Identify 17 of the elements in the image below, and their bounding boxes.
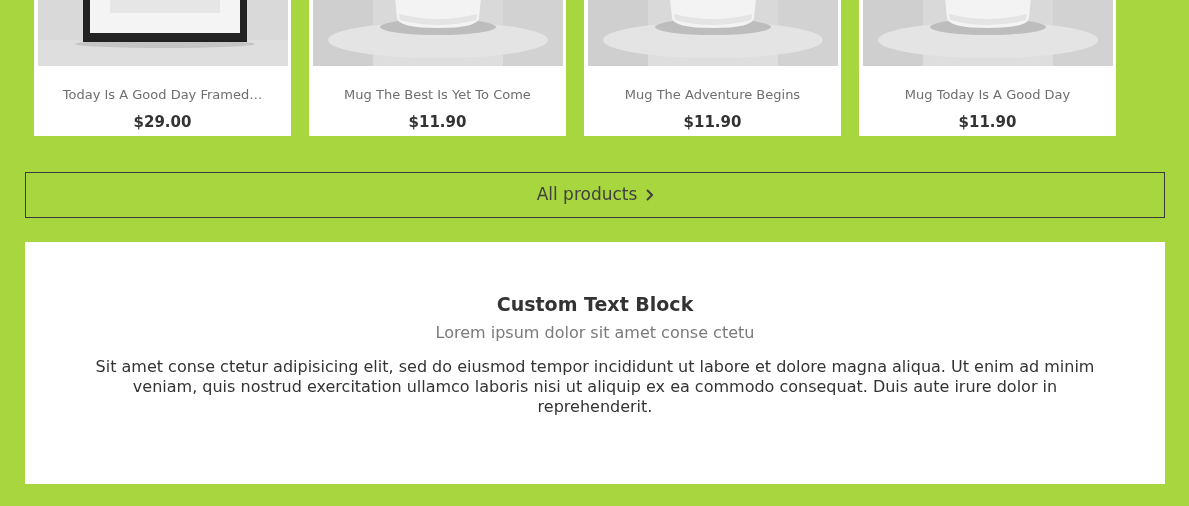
- product-name[interactable]: Today Is A Good Day Framed…: [62, 85, 263, 105]
- product-price: $11.90: [683, 111, 742, 133]
- product-card[interactable]: Mug The Best Is Yet To Come $11.90: [309, 0, 566, 136]
- text-block-subtitle: Lorem ipsum dolor sit amet conse ctetu: [435, 321, 755, 344]
- product-card[interactable]: Today Is A Good Day Framed… $29.00: [34, 0, 291, 136]
- product-card[interactable]: Mug The Adventure Begins $11.90: [584, 0, 841, 136]
- chevron-right-icon: [645, 189, 654, 201]
- product-price: $29.00: [133, 111, 192, 133]
- product-card[interactable]: Mug Today Is A Good Day $11.90: [859, 0, 1116, 136]
- product-name[interactable]: Mug The Adventure Begins: [624, 85, 801, 105]
- product-price: $11.90: [958, 111, 1017, 133]
- product-price: $11.90: [408, 111, 467, 133]
- text-block-title: Custom Text Block: [496, 292, 694, 317]
- all-products-button[interactable]: All products: [25, 172, 1165, 218]
- text-block-paragraph: Sit amet conse ctetur adipisicing elit, sed do eiusmod tempor incididunt ut labore et dolore magna aliqua. Ut enim ad minim veniam, quis nostrud exercitation ullamco laboris nisi ut aliquip ex ea commodo consequat. Duis aute irure dolor in reprehenderit.: [94, 356, 1096, 417]
- product-name[interactable]: Mug The Best Is Yet To Come: [344, 85, 531, 105]
- product-name[interactable]: Mug Today Is A Good Day: [904, 85, 1071, 105]
